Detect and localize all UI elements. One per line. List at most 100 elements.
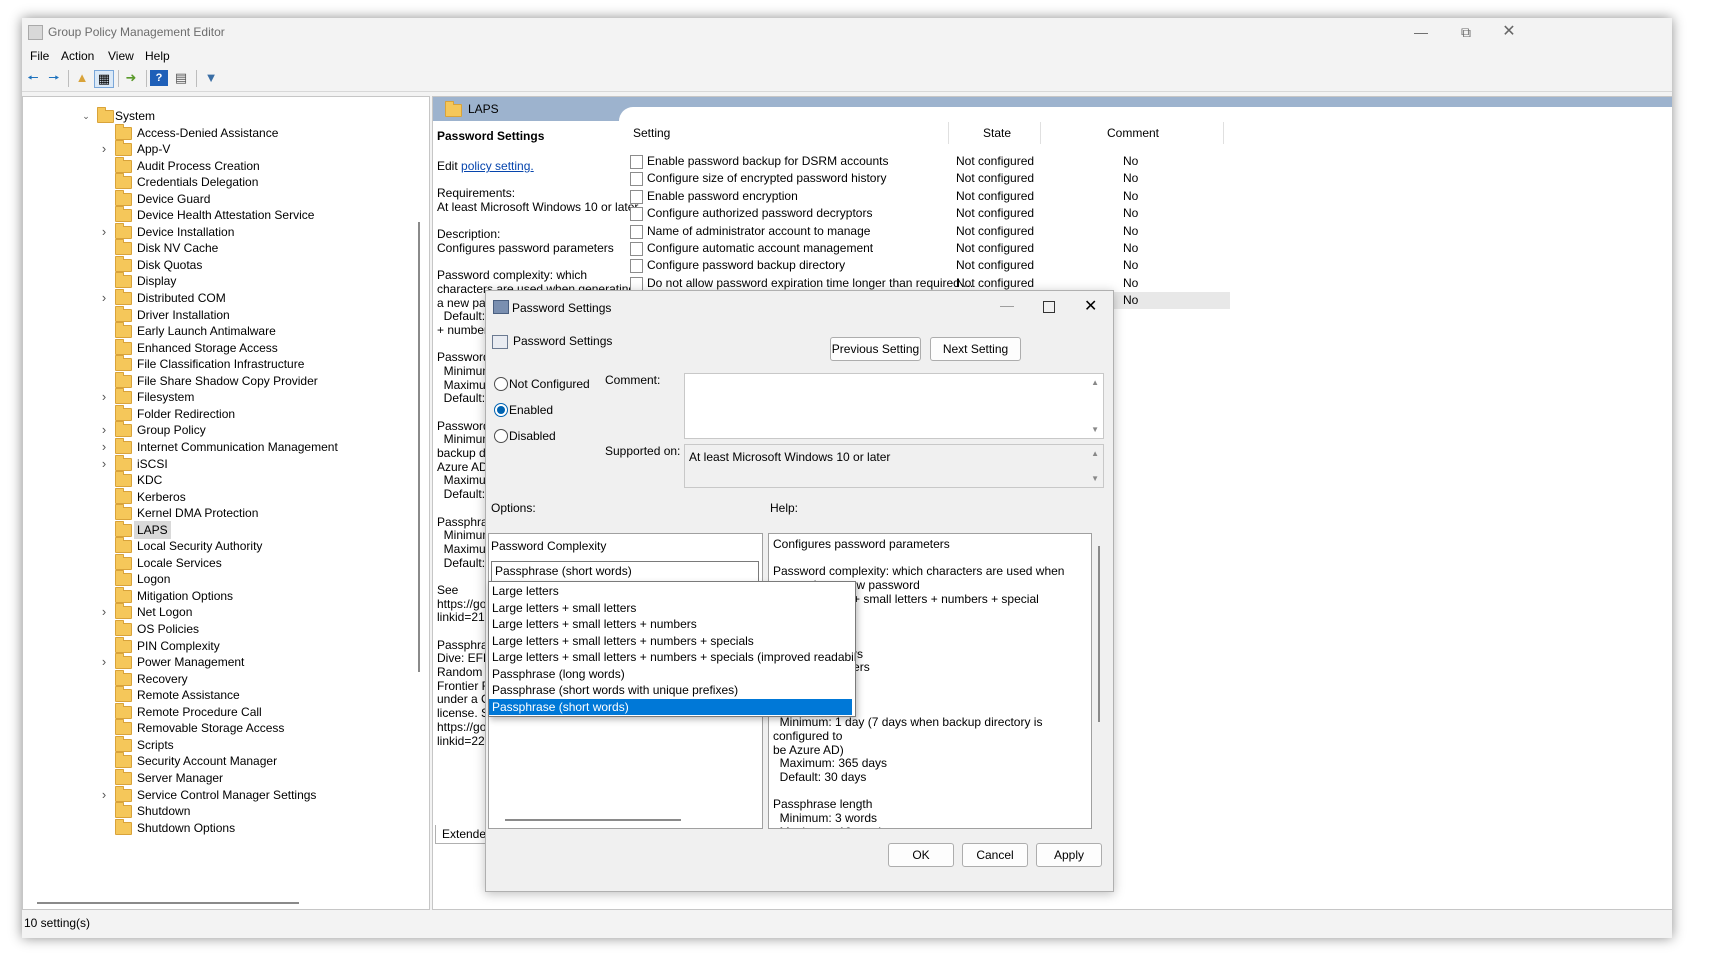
restore-icon[interactable]: ⧉ bbox=[1453, 22, 1479, 42]
options-scrollbar[interactable] bbox=[505, 819, 681, 821]
complexity-option[interactable]: Large letters + small letters bbox=[489, 600, 852, 616]
scroll-up-icon[interactable]: ▲ bbox=[1091, 378, 1099, 387]
radio-enabled[interactable] bbox=[494, 403, 508, 417]
tree-item-label: Mitigation Options bbox=[137, 588, 234, 603]
folder-icon bbox=[115, 371, 132, 388]
complexity-option[interactable]: Large letters + small letters + numbers bbox=[489, 616, 852, 632]
chevron-right-icon[interactable]: › bbox=[99, 388, 109, 406]
title-bar: Group Policy Management Editor — ⧉ ✕ bbox=[22, 18, 1672, 46]
chevron-right-icon[interactable]: › bbox=[99, 455, 109, 473]
policy-icon bbox=[630, 155, 643, 169]
chevron-right-icon[interactable]: › bbox=[99, 223, 109, 241]
chevron-right-icon[interactable]: › bbox=[99, 603, 109, 621]
description-title: Password Settings bbox=[437, 129, 545, 143]
complexity-option[interactable]: Passphrase (short words) bbox=[489, 698, 852, 715]
show-hide-tree-icon[interactable]: ▦ bbox=[94, 70, 114, 88]
help-scrollbar[interactable] bbox=[1098, 546, 1100, 722]
setting-comment: No bbox=[1123, 188, 1139, 203]
tree-item-label: Device Guard bbox=[137, 191, 211, 206]
complexity-option[interactable]: Passphrase (short words with unique pref… bbox=[489, 682, 852, 698]
properties-icon[interactable]: ▤ bbox=[172, 70, 190, 86]
tree-scrollbar[interactable] bbox=[418, 222, 420, 672]
complexity-option[interactable]: Large letters bbox=[489, 583, 852, 599]
setting-row[interactable]: Enable password backup for DSRM accounts… bbox=[630, 153, 1230, 170]
radio-disabled-label: Disabled bbox=[509, 429, 556, 443]
policy-icon bbox=[630, 172, 643, 187]
chevron-down-icon[interactable]: ⌄ bbox=[81, 107, 91, 125]
radio-enabled-label: Enabled bbox=[509, 403, 554, 417]
setting-row[interactable]: Name of administrator account to manage N… bbox=[630, 223, 1230, 240]
chevron-right-icon[interactable]: › bbox=[99, 421, 109, 439]
menu-view[interactable]: View bbox=[108, 49, 134, 63]
complexity-dropdown[interactable]: Passphrase (short words) bbox=[491, 561, 759, 582]
setting-row[interactable]: Enable password encryption Not configured… bbox=[630, 188, 1230, 205]
minimize-icon[interactable]: — bbox=[1408, 22, 1434, 42]
menu-help[interactable]: Help bbox=[145, 49, 170, 63]
chevron-right-icon[interactable]: › bbox=[99, 438, 109, 456]
tree-item-label: iSCSI bbox=[137, 456, 168, 471]
complexity-option[interactable]: Large letters + small letters + numbers … bbox=[489, 649, 855, 665]
dialog-maximize-icon[interactable] bbox=[1043, 301, 1055, 313]
export-icon[interactable]: ➜ bbox=[122, 70, 140, 86]
policy-setting-link[interactable]: policy setting. bbox=[461, 159, 534, 173]
tree-item-label: Distributed COM bbox=[137, 291, 226, 305]
previous-setting-button[interactable]: Previous Setting bbox=[830, 337, 921, 361]
setting-comment: No bbox=[1123, 275, 1139, 290]
setting-row[interactable]: Configure password backup directory Not c… bbox=[630, 257, 1230, 274]
next-setting-button[interactable]: Next Setting bbox=[930, 337, 1021, 361]
apply-button[interactable]: Apply bbox=[1036, 843, 1102, 867]
setting-row[interactable]: Configure automatic account management No… bbox=[630, 240, 1230, 257]
radio-disabled[interactable] bbox=[494, 429, 508, 443]
tree-item-label: Removable Storage Access bbox=[137, 721, 285, 736]
comment-textarea[interactable]: ▲ ▼ bbox=[684, 373, 1104, 439]
complexity-option[interactable]: Passphrase (long words) bbox=[489, 666, 852, 682]
column-state[interactable]: State bbox=[983, 126, 1011, 140]
tree-item-label: OS Policies bbox=[137, 622, 200, 636]
folder-icon bbox=[115, 471, 132, 488]
folder-icon bbox=[115, 206, 132, 223]
folder-icon bbox=[115, 802, 132, 819]
scroll-up-icon[interactable]: ▲ bbox=[1091, 449, 1099, 458]
ok-button[interactable]: OK bbox=[888, 843, 954, 867]
menu-file[interactable]: File bbox=[30, 49, 49, 63]
folder-icon bbox=[115, 669, 132, 686]
scroll-down-icon[interactable]: ▼ bbox=[1091, 425, 1099, 434]
folder-icon bbox=[115, 388, 132, 405]
setting-row[interactable]: Configure size of encrypted password his… bbox=[630, 170, 1230, 187]
chevron-right-icon[interactable]: › bbox=[99, 289, 109, 307]
folder-icon bbox=[115, 239, 132, 256]
tree-item-label: File Share Shadow Copy Provider bbox=[137, 373, 318, 388]
tree-item-label: KDC bbox=[137, 473, 163, 488]
cancel-button[interactable]: Cancel bbox=[962, 843, 1028, 867]
chevron-right-icon[interactable]: › bbox=[99, 786, 109, 804]
radio-not-configured[interactable] bbox=[494, 377, 508, 391]
filter-icon[interactable]: ▼ bbox=[202, 70, 220, 86]
folder-icon bbox=[115, 768, 132, 785]
setting-state: Not configured bbox=[956, 241, 1035, 255]
tree-horizontal-scrollbar[interactable] bbox=[37, 902, 299, 904]
dialog-title: Password Settings bbox=[512, 301, 612, 315]
menu-action[interactable]: Action bbox=[61, 49, 94, 63]
setting-row[interactable]: Configure authorized password decryptors… bbox=[630, 205, 1230, 222]
chevron-right-icon[interactable]: › bbox=[99, 140, 109, 158]
column-comment[interactable]: Comment bbox=[1107, 126, 1159, 140]
help-icon[interactable]: ? bbox=[150, 70, 168, 86]
folder-icon bbox=[115, 487, 132, 504]
folder-icon bbox=[115, 123, 132, 140]
close-icon[interactable]: ✕ bbox=[1496, 22, 1522, 42]
scroll-down-icon[interactable]: ▼ bbox=[1091, 474, 1099, 483]
forward-icon[interactable]: 🠖 bbox=[45, 70, 63, 86]
tree-item-label: Recovery bbox=[137, 671, 188, 686]
folder-icon bbox=[115, 620, 132, 636]
chevron-right-icon[interactable]: › bbox=[99, 653, 109, 671]
setting-name: Name of administrator account to manage bbox=[647, 223, 871, 238]
back-icon[interactable]: 🠔 bbox=[24, 70, 42, 86]
setting-name: Enable password backup for DSRM accounts bbox=[647, 154, 889, 168]
tree-item-label: Enhanced Storage Access bbox=[137, 340, 278, 355]
setting-name: Configure password backup directory bbox=[647, 258, 846, 273]
complexity-option[interactable]: Large letters + small letters + numbers … bbox=[489, 633, 852, 649]
setting-comment: No bbox=[1123, 171, 1139, 186]
up-folder-icon[interactable]: ▲ bbox=[73, 70, 91, 86]
dialog-close-icon[interactable]: ✕ bbox=[1084, 296, 1097, 316]
column-setting[interactable]: Setting bbox=[633, 126, 670, 140]
